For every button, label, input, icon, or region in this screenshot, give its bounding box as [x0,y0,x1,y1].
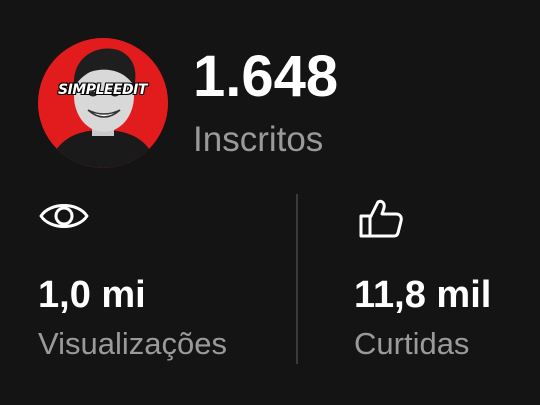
likes-stat: 11,8 mil Curtidas [354,196,491,359]
avatar-portrait [38,38,168,168]
channel-stats-card: SIMPLEEDIT 1.648 Inscritos 1,0 mi Visual… [0,0,540,405]
views-label: Visualizações [38,326,227,361]
views-stat: 1,0 mi Visualizações [38,196,227,359]
views-value: 1,0 mi [38,274,146,316]
thumbs-up-icon [359,199,403,238]
subscriber-count: 1.648 [193,44,339,109]
likes-value: 11,8 mil [354,274,492,316]
likes-label: Curtidas [354,326,470,361]
eye-icon [39,204,89,228]
avatar-watermark-text: SIMPLEEDIT [58,82,147,98]
channel-avatar[interactable]: SIMPLEEDIT [38,38,168,168]
stats-divider [296,194,298,364]
subscriber-label: Inscritos [193,120,324,159]
